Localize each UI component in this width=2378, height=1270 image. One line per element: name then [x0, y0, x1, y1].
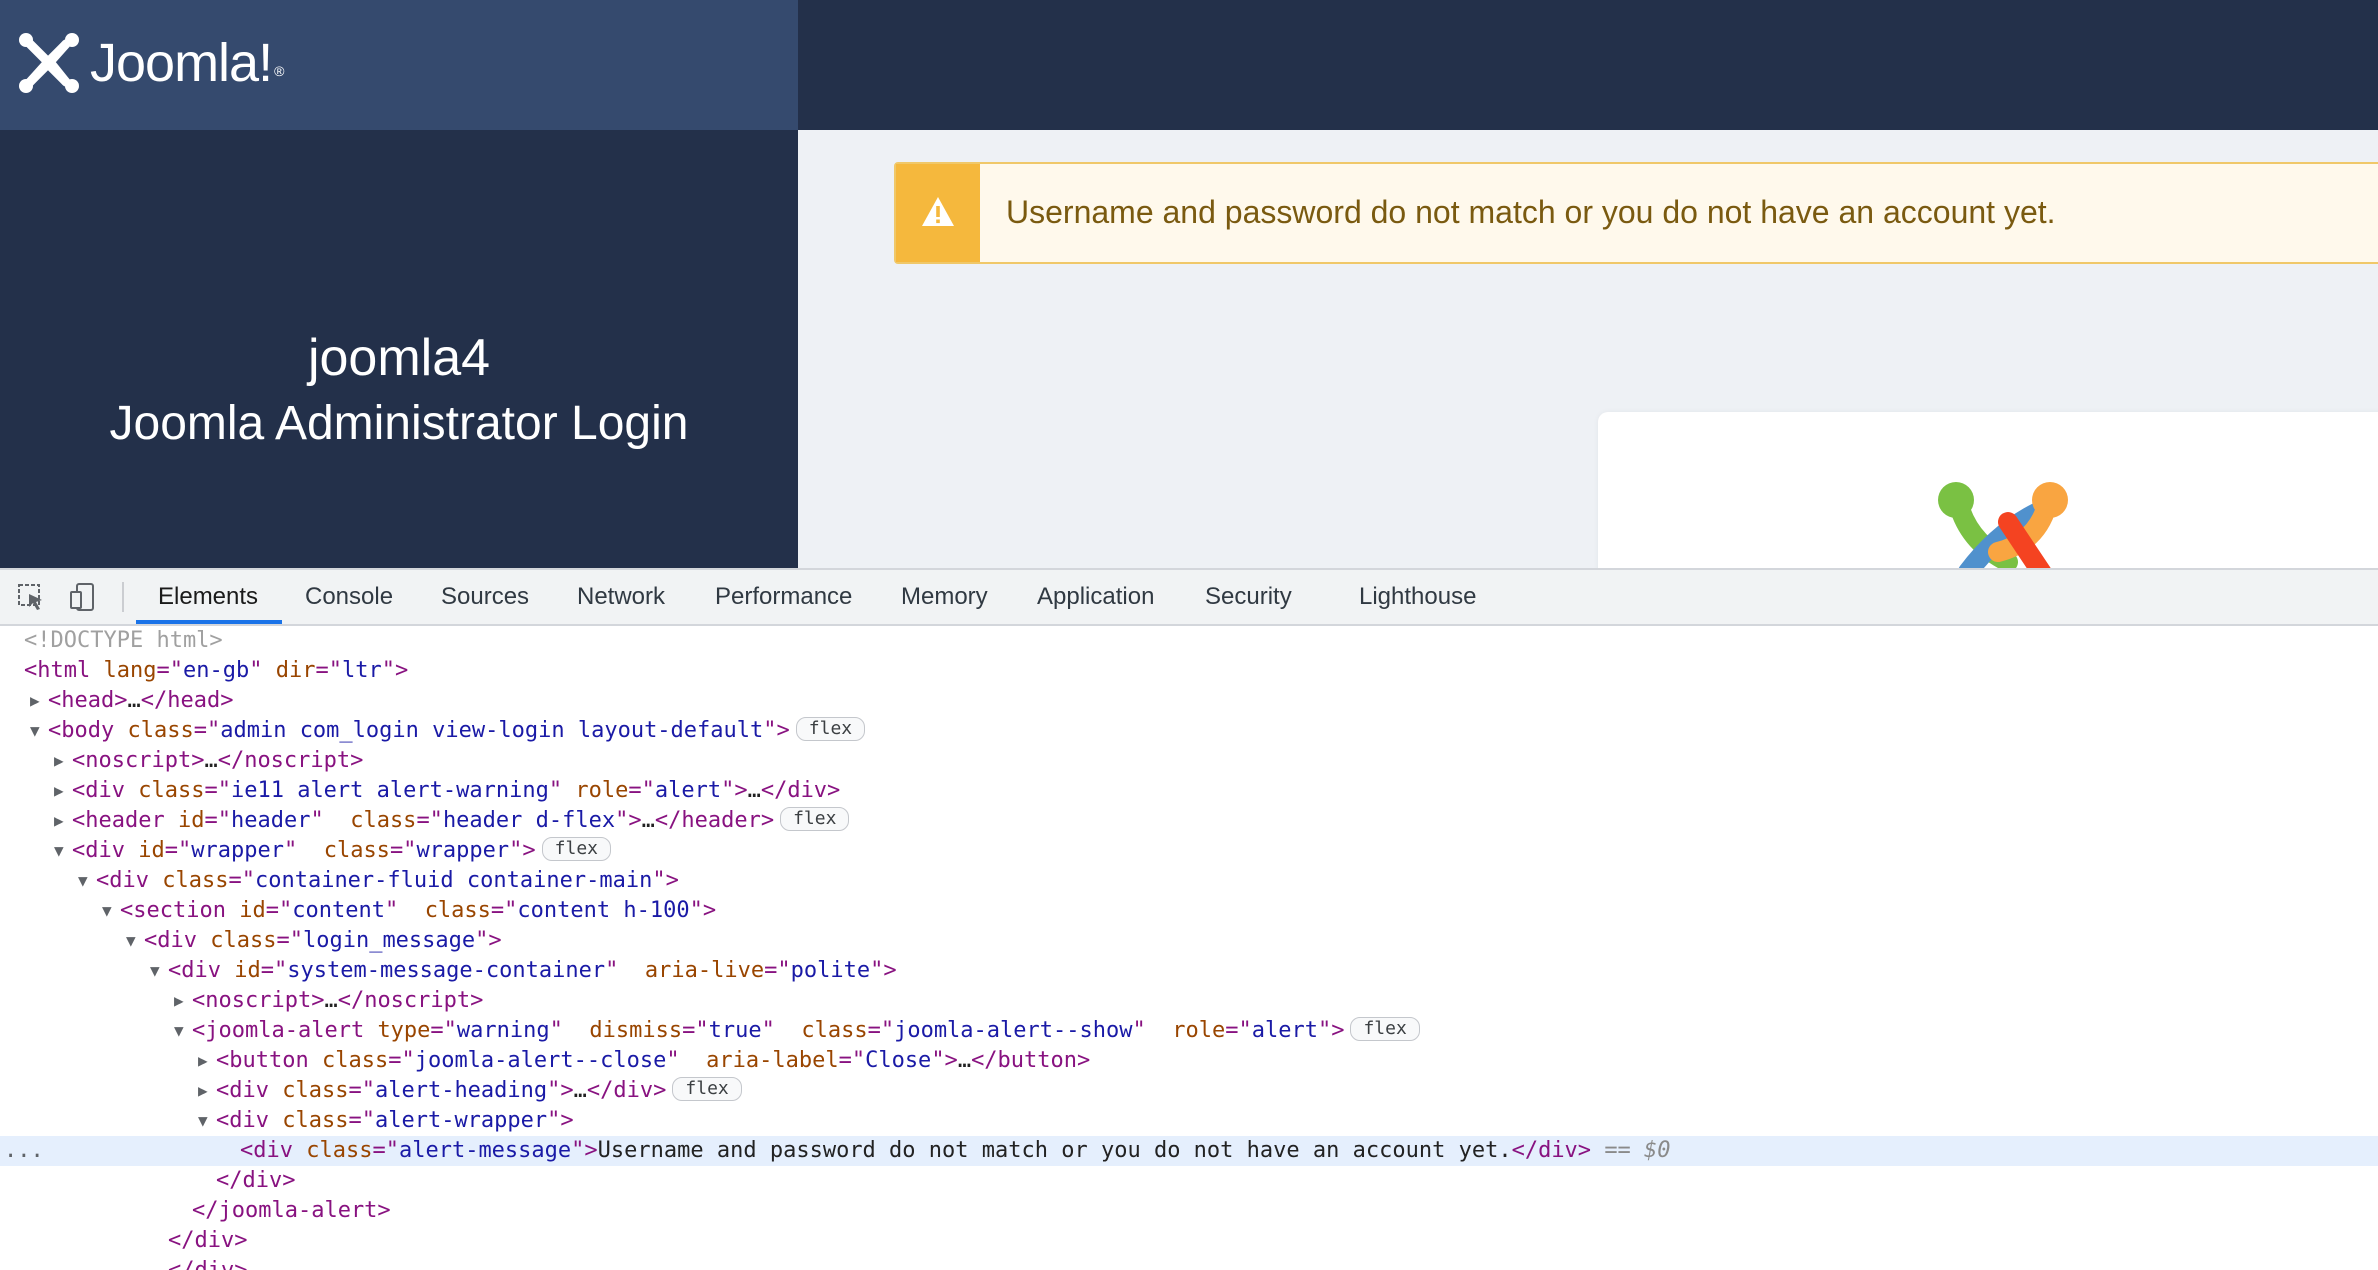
collapse-arrow-icon[interactable]: ▼ — [102, 896, 118, 926]
tab-network[interactable]: Network — [577, 570, 665, 624]
logo-text[interactable]: Joomla! ® — [90, 30, 284, 96]
expand-arrow-icon[interactable]: ▶ — [198, 1046, 214, 1076]
collapse-arrow-icon[interactable]: ▼ — [174, 1016, 190, 1046]
dom-node-alert-wrapper[interactable]: ▼ <div class="alert-wrapper"> — [0, 1106, 2378, 1136]
tab-memory[interactable]: Memory — [901, 570, 988, 624]
selected-node-text: Username and password do not match or yo… — [597, 1138, 1512, 1163]
collapse-arrow-icon[interactable]: ▼ — [198, 1106, 214, 1136]
dom-node-alert-message-selected[interactable]: ... <div class="alert-message">Username … — [0, 1136, 2378, 1166]
flex-badge[interactable]: flex — [795, 717, 866, 741]
collapse-arrow-icon[interactable]: ▼ — [30, 716, 46, 746]
alert-icon-box — [896, 164, 980, 262]
dom-node-system-message-container[interactable]: ▼ <div id="system-message-container" ari… — [0, 956, 2378, 986]
dom-node-head[interactable]: ▶ <head>…</head> — [0, 686, 2378, 716]
expand-arrow-icon[interactable]: ▶ — [54, 746, 70, 776]
dom-node-container-fluid[interactable]: ▼ <div class="container-fluid container-… — [0, 866, 2378, 896]
collapse-arrow-icon[interactable]: ▼ — [54, 836, 70, 866]
tab-elements[interactable]: Elements — [158, 570, 258, 624]
expand-arrow-icon[interactable]: ▶ — [198, 1076, 214, 1106]
dom-node-close-div[interactable]: </div> — [0, 1166, 2378, 1196]
toolbar-separator — [122, 582, 124, 612]
login-card — [1598, 412, 2378, 568]
joomla-color-logo-icon — [1938, 482, 2068, 568]
expand-arrow-icon[interactable]: ▶ — [54, 806, 70, 836]
dom-node-joomla-alert[interactable]: ▼ <joomla-alert type="warning" dismiss="… — [0, 1016, 2378, 1046]
dom-node-header[interactable]: ▶ <header id="header" class="header d-fl… — [0, 806, 2378, 836]
expand-arrow-icon[interactable]: ▶ — [30, 686, 46, 716]
node-actions-ellipsis[interactable]: ... — [4, 1136, 44, 1166]
dom-node-close-div-2[interactable]: </div> — [0, 1226, 2378, 1256]
dom-node-wrapper[interactable]: ▼ <div id="wrapper" class="wrapper"> flex — [0, 836, 2378, 866]
inspect-element-icon[interactable] — [16, 582, 46, 612]
site-name: joomla4 — [307, 329, 491, 387]
collapse-arrow-icon[interactable]: ▼ — [78, 866, 94, 896]
dom-node-noscript[interactable]: ▶ <noscript>…</noscript> — [0, 746, 2378, 776]
dom-tree: <!DOCTYPE html> <html lang="en-gb" dir="… — [0, 626, 2378, 1270]
device-toolbar-icon[interactable] — [68, 582, 98, 612]
flex-badge[interactable]: flex — [672, 1077, 742, 1101]
flex-badge[interactable]: flex — [541, 837, 612, 861]
flex-badge[interactable]: flex — [1350, 1017, 1420, 1041]
flex-badge[interactable]: flex — [780, 807, 850, 831]
tab-console[interactable]: Console — [305, 570, 393, 624]
dom-node-ie11-alert[interactable]: ▶ <div class="ie11 alert alert-warning" … — [0, 776, 2378, 806]
expand-arrow-icon[interactable]: ▶ — [174, 986, 190, 1016]
devtools-toolbar: Elements Console Sources Network Perform… — [0, 570, 2378, 626]
warning-icon — [922, 197, 954, 226]
alert-message: Username and password do not match or yo… — [1006, 194, 2056, 230]
tab-security[interactable]: Security — [1205, 570, 1292, 624]
dom-node-body[interactable]: ▼ <body class="admin com_login view-logi… — [0, 716, 2378, 746]
warning-alert: Username and password do not match or yo… — [894, 162, 2378, 264]
tab-lighthouse[interactable]: Lighthouse — [1359, 570, 1476, 624]
joomla-login-page: Joomla! ® joomla4 Joomla Administrator Lo… — [0, 0, 2378, 568]
selected-node-marker: == $0 — [1604, 1138, 1671, 1163]
dom-node-login-message[interactable]: ▼ <div class="login_message"> — [0, 926, 2378, 956]
dom-node-alert-heading[interactable]: ▶ <div class="alert-heading">…</div> flex — [0, 1076, 2378, 1106]
collapse-arrow-icon[interactable]: ▼ — [126, 926, 142, 956]
logo-bar: Joomla! ® — [0, 0, 798, 130]
dom-node-doctype[interactable]: <!DOCTYPE html> — [0, 626, 2378, 656]
expand-arrow-icon[interactable]: ▶ — [54, 776, 70, 806]
tab-sources[interactable]: Sources — [441, 570, 529, 624]
dom-node-close-button[interactable]: ▶ <button class="joomla-alert--close" ar… — [0, 1046, 2378, 1076]
header-bar — [798, 0, 2378, 130]
login-title: Joomla Administrator Login — [109, 397, 689, 450]
tab-performance[interactable]: Performance — [715, 570, 852, 624]
dom-node-html[interactable]: <html lang="en-gb" dir="ltr"> — [0, 656, 2378, 686]
dom-node-close-joomla-alert[interactable]: </joomla-alert> — [0, 1196, 2378, 1226]
joomla-logo-icon — [19, 33, 79, 93]
dom-node-section-content[interactable]: ▼ <section id="content" class="content h… — [0, 896, 2378, 926]
tab-application[interactable]: Application — [1037, 570, 1154, 624]
collapse-arrow-icon[interactable]: ▼ — [150, 956, 166, 986]
active-tab-indicator — [136, 620, 282, 624]
devtools-panel: Elements Console Sources Network Perform… — [0, 568, 2378, 1270]
dom-node-noscript-2[interactable]: ▶ <noscript>…</noscript> — [0, 986, 2378, 1016]
